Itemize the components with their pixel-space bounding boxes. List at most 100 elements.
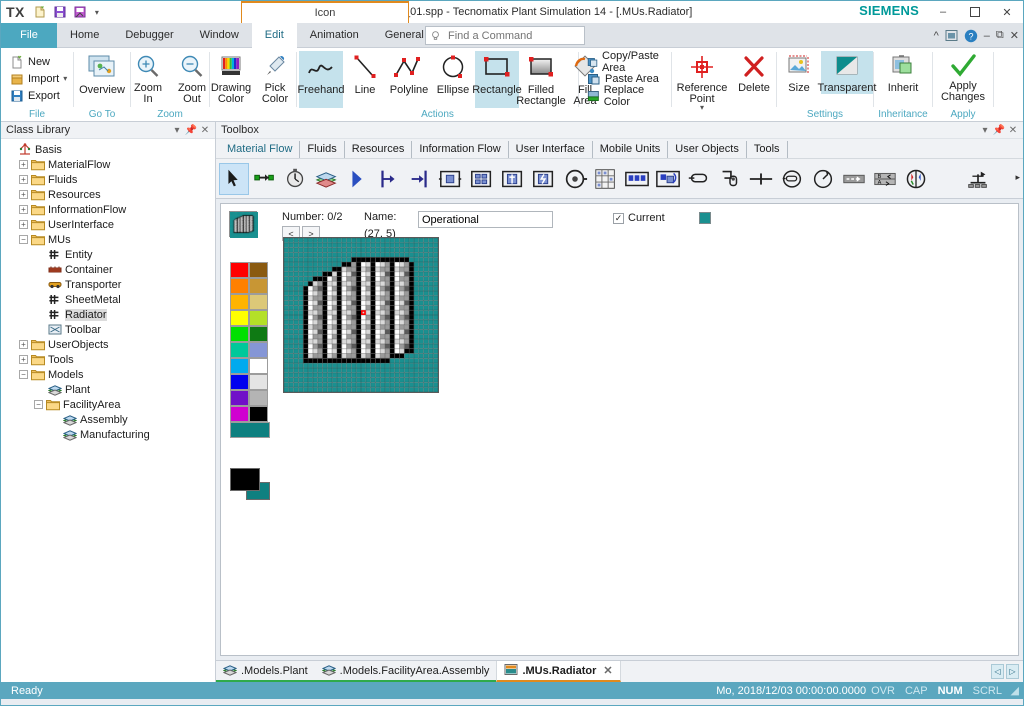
expand-icon[interactable]: + — [19, 175, 28, 184]
ribbon-tab-home[interactable]: Home — [57, 23, 112, 48]
customize-caret-icon[interactable]: ▾ — [92, 8, 102, 17]
pin-icon[interactable]: 📌 — [992, 125, 1006, 136]
document-tab-models-plant[interactable]: .Models.Plant — [216, 661, 315, 682]
palette-swatch[interactable] — [249, 358, 268, 374]
tree-item-plant[interactable]: Plant — [4, 382, 215, 397]
palette-swatch[interactable] — [249, 342, 268, 358]
palette-swatch[interactable] — [249, 262, 268, 278]
parallelstation-tool[interactable] — [467, 163, 497, 195]
drain-tool[interactable] — [405, 163, 435, 195]
tree-item-entity[interactable]: Entity — [4, 247, 215, 262]
class-library-tree[interactable]: Basis+MaterialFlow+Fluids+Resources+Info… — [1, 139, 215, 682]
tree-item-sheetmetal[interactable]: SheetMetal — [4, 292, 215, 307]
palette-swatch[interactable] — [230, 342, 249, 358]
overview-button[interactable]: Overview — [74, 51, 130, 96]
toolbox-tab-material-flow[interactable]: Material Flow — [220, 141, 300, 158]
toolbox-tab-mobile-units[interactable]: Mobile Units — [593, 141, 669, 158]
dismantle-tool[interactable] — [529, 163, 559, 195]
collapse-ribbon-caret-icon[interactable]: ^ — [934, 30, 939, 42]
cursor-tool[interactable] — [219, 163, 249, 195]
tree-item-materialflow[interactable]: +MaterialFlow — [4, 157, 215, 172]
dropdown-caret-icon[interactable]: ▾ — [978, 125, 992, 136]
toolbox-tab-user-objects[interactable]: User Objects — [668, 141, 747, 158]
station-tool[interactable] — [436, 163, 466, 195]
collapse-icon[interactable]: − — [34, 400, 43, 409]
expand-icon[interactable]: + — [19, 355, 28, 364]
workerpool-tool[interactable] — [963, 163, 993, 195]
icon-pixel-canvas[interactable] — [283, 237, 439, 393]
context-tab-icon[interactable]: Icon — [241, 1, 409, 23]
pin-icon[interactable]: 📌 — [184, 125, 198, 136]
turnstile-tool[interactable] — [839, 163, 869, 195]
filled-rectangle-button[interactable]: Filled Rectangle — [519, 51, 563, 108]
color-palette[interactable] — [230, 262, 272, 438]
new-document-icon[interactable] — [32, 4, 49, 21]
new-button[interactable]: New — [6, 53, 54, 70]
document-tab-close-icon[interactable]: ✕ — [603, 664, 612, 677]
current-checkbox[interactable]: ✓ Current — [613, 212, 665, 224]
palette-swatch[interactable] — [249, 278, 268, 294]
apply-changes-button[interactable]: Apply Changes — [936, 51, 990, 103]
inherit-button[interactable]: Inherit — [881, 51, 925, 94]
minimize-document-icon[interactable]: – — [984, 30, 990, 42]
save-icon[interactable] — [52, 4, 69, 21]
assembly-tool[interactable] — [498, 163, 528, 195]
pick-color-button[interactable]: Pick Color — [253, 51, 297, 105]
palette-swatch[interactable] — [249, 374, 268, 390]
turntable-tool[interactable] — [808, 163, 838, 195]
find-command-input[interactable] — [446, 29, 578, 43]
tree-item-mus[interactable]: −MUs — [4, 232, 215, 247]
cycle-tool[interactable] — [653, 163, 683, 195]
tree-item-userinterface[interactable]: +UserInterface — [4, 217, 215, 232]
resize-grip-icon[interactable]: ◢ — [1007, 684, 1019, 697]
toolbox-tab-strip[interactable]: Material FlowFluidsResourcesInformation … — [216, 139, 1023, 158]
document-tab-mus-radiator[interactable]: .MUs.Radiator✕ — [496, 661, 620, 682]
tree-item-fluids[interactable]: +Fluids — [4, 172, 215, 187]
size-button[interactable]: Size — [777, 51, 821, 94]
ribbon-tab-animation[interactable]: Animation — [297, 23, 372, 48]
tree-item-models[interactable]: −Models — [4, 367, 215, 382]
tree-item-transporter[interactable]: Transporter — [4, 277, 215, 292]
close-icon[interactable]: ✕ — [198, 125, 212, 136]
pickandplace-tool[interactable] — [901, 163, 931, 195]
palette-swatch[interactable] — [230, 278, 249, 294]
expand-icon[interactable]: + — [19, 190, 28, 199]
expand-icon[interactable]: + — [19, 205, 28, 214]
palette-swatch[interactable] — [230, 358, 249, 374]
rectangle-button[interactable]: Rectangle — [475, 51, 519, 108]
source-tool[interactable] — [374, 163, 404, 195]
toolbox-tab-fluids[interactable]: Fluids — [300, 141, 344, 158]
palette-swatch[interactable] — [249, 294, 268, 310]
palette-swatch[interactable] — [230, 390, 249, 406]
document-tab-bar[interactable]: .Models.Plant.Models.FacilityArea.Assemb… — [216, 660, 1023, 682]
transparent-button[interactable]: Transparent — [821, 51, 873, 94]
palette-swatch-transparent[interactable] — [230, 422, 270, 438]
close-button[interactable]: ✕ — [991, 1, 1023, 23]
toolbox-tool-strip[interactable]: BA▸ — [216, 158, 1023, 198]
expand-icon[interactable]: + — [19, 220, 28, 229]
toolbox-tab-user-interface[interactable]: User Interface — [509, 141, 593, 158]
foreground-color-swatch[interactable] — [230, 468, 260, 491]
restore-document-icon[interactable]: ⧉ — [996, 29, 1004, 42]
transparent-color-swatch[interactable] — [699, 212, 711, 224]
scroll-left-button[interactable]: ◁ — [991, 664, 1004, 679]
chevron-down-icon[interactable]: ▾ — [63, 74, 67, 83]
toolbox-tab-resources[interactable]: Resources — [345, 141, 413, 158]
toolbox-tab-information-flow[interactable]: Information Flow — [412, 141, 508, 158]
tree-item-basis[interactable]: Basis — [4, 142, 215, 157]
maximize-button[interactable] — [959, 1, 991, 23]
tree-item-assembly[interactable]: Assembly — [4, 412, 215, 427]
eventcontroller-tool[interactable] — [281, 163, 311, 195]
zoom-in-button[interactable]: Zoom In — [126, 51, 170, 105]
polyline-button[interactable]: Polyline — [387, 51, 431, 108]
palette-swatch[interactable] — [249, 406, 268, 422]
connector-tool[interactable] — [250, 163, 280, 195]
expand-icon[interactable]: + — [19, 160, 28, 169]
ribbon-tab-file[interactable]: File — [1, 23, 57, 48]
tree-item-radiator[interactable]: Radiator — [4, 307, 215, 322]
tree-item-toolbar[interactable]: Toolbar — [4, 322, 215, 337]
import-button[interactable]: Import ▾ — [6, 70, 71, 87]
twolanetrack-tool[interactable] — [777, 163, 807, 195]
line-tool[interactable] — [684, 163, 714, 195]
palette-swatch[interactable] — [230, 326, 249, 342]
